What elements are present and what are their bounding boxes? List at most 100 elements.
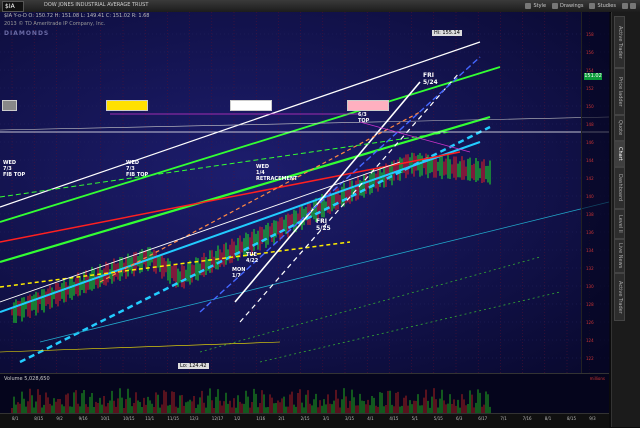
watermark-text: DIAMONDS: [4, 30, 50, 37]
annotation-wed-7-3b: WED 7/3 FIB TOP: [126, 160, 149, 178]
hi-label: Hi: 155.14: [432, 30, 462, 36]
symbol-description: DOW JONES INDUSTRIAL AVERAGE TRUST: [44, 2, 149, 8]
date-tick-label: 5/15: [433, 416, 443, 421]
trendline: [0, 241, 351, 288]
price-tick-label: 150: [586, 104, 594, 109]
lo-label: Lo: 124.42: [178, 363, 209, 369]
price-tick-label: 140: [586, 194, 594, 199]
volume-scale: millions: [589, 376, 605, 381]
style-button[interactable]: Style: [525, 3, 546, 9]
trendline: [259, 291, 561, 363]
annotation-wed-1-4: WED 1/4 RETRACEMENT: [256, 164, 298, 182]
trendline: [0, 341, 281, 353]
trendline: [0, 131, 451, 198]
date-tick-label: 10/15: [123, 416, 135, 421]
date-tick-label: 12/17: [211, 416, 224, 421]
price-tick-label: 142: [586, 176, 594, 181]
pencil-icon: [552, 3, 559, 9]
annotation-wed-7-3: WED 7/3 FIB TOP: [3, 160, 26, 178]
date-tick-label: 9/2: [56, 416, 63, 421]
trendline: [0, 66, 501, 223]
date-tick-label: 9/3: [589, 416, 596, 421]
volume-panel[interactable]: Volume 5,028,650 millions: [0, 373, 609, 414]
annotation-tue-4-22: TUE 4/22: [246, 252, 259, 264]
date-tick-label: 4/15: [389, 416, 399, 421]
date-tick-label: 6/17: [478, 416, 488, 421]
date-tick-label: 8/1: [544, 416, 552, 421]
tab-live-news[interactable]: Live News: [614, 239, 625, 273]
price-chart[interactable]: $IA Y-o-D O: 150.72 H: 151.08 L: 149.41 …: [0, 12, 609, 373]
ohlc-readout: $IA Y-o-D O: 150.72 H: 151.08 L: 149.41 …: [4, 13, 150, 19]
price-tick-label: 124: [586, 338, 594, 343]
annotation-fri-5-25: FRI 5/25: [316, 218, 331, 232]
menu-icon[interactable]: [630, 3, 636, 9]
tab-chart[interactable]: Chart: [614, 141, 625, 167]
date-tick-label: 12/3: [189, 416, 199, 421]
date-tick-label: 10/1: [100, 416, 110, 421]
trendline: [199, 256, 541, 353]
marker-box-white: [230, 100, 272, 111]
price-tick-label: 128: [586, 302, 594, 307]
date-tick-label: 3/15: [345, 416, 354, 421]
tab-active-trader[interactable]: Active Trader: [614, 16, 625, 68]
time-axis[interactable]: 8/1 8/15 9/2 9/16 10/1 10/15 11/1 11/15 12/3 12/1…: [0, 413, 609, 428]
date-tick-label: 1/2: [234, 416, 241, 421]
symbol-input[interactable]: $IA: [2, 1, 24, 12]
price-tick-label: 136: [586, 230, 594, 235]
volume-label: Volume 5,028,650: [4, 376, 50, 382]
drawings-button[interactable]: Drawings: [552, 3, 583, 9]
price-tick-label: 146: [586, 140, 594, 145]
tab-level-ii[interactable]: Level II: [614, 209, 625, 239]
volume-bars: [11, 388, 491, 414]
trendline: [0, 115, 491, 264]
trendlines: [0, 41, 609, 364]
date-tick-label: 11/15: [167, 416, 179, 421]
price-axis[interactable]: 158 156 154 152 150 148 146 144 142 140 138 136 134 1…: [581, 12, 610, 373]
last-price-badge: 151.02: [584, 73, 602, 80]
date-tick-label: 6/3: [456, 416, 463, 421]
price-tick-label: 126: [586, 320, 594, 325]
price-tick-label: 130: [586, 284, 594, 289]
marker-box-grey: [2, 100, 17, 111]
date-tick-label: 1/16: [256, 416, 266, 421]
copyright-line: 2013 © TD Ameritrade IP Company, Inc.: [4, 21, 106, 27]
price-tick-label: 144: [586, 158, 594, 163]
trendline: [0, 41, 481, 208]
tab-price-ladder[interactable]: Price ladder: [614, 68, 625, 115]
price-tick-label: 156: [586, 50, 594, 55]
date-tick-label: 3/1: [322, 416, 330, 421]
annotation-fri-5-24: FRI 5/24: [423, 72, 438, 86]
tab-quote[interactable]: Quote: [614, 115, 625, 141]
trendline: [359, 121, 471, 153]
studies-button[interactable]: Studies: [589, 3, 616, 9]
price-tick-label: 158: [586, 32, 594, 37]
gear-icon[interactable]: [622, 3, 628, 9]
date-tick-label: 2/1: [278, 416, 285, 421]
date-tick-label: 8/15: [567, 416, 576, 421]
date-tick-label: 9/16: [78, 416, 88, 421]
volume-value: 5,028,650: [24, 376, 50, 382]
right-side-tabs: Active Trader Price ladder Quote Chart D…: [611, 12, 640, 427]
chart-grid: [0, 12, 609, 373]
window-controls[interactable]: [622, 3, 636, 9]
trendline: [234, 81, 421, 303]
price-tick-label: 122: [586, 356, 594, 361]
tab-active-trader-2[interactable]: Active Trader: [614, 273, 625, 321]
price-tick-label: 138: [586, 212, 594, 217]
date-tick-label: 2/15: [300, 416, 310, 421]
date-tick-label: 4/1: [367, 416, 374, 421]
date-tick-label: 8/15: [34, 416, 44, 421]
chart-canvas[interactable]: [0, 12, 609, 373]
price-tick-label: 152: [586, 86, 594, 91]
studies-icon: [589, 3, 596, 9]
price-tick-label: 132: [586, 266, 594, 271]
date-tick-label: 7/16: [522, 416, 532, 421]
marker-box-pink: [347, 100, 389, 111]
date-tick-label: 7/1: [500, 416, 507, 421]
date-tick-label: 11/1: [145, 416, 155, 421]
tab-dashboard[interactable]: Dashboard: [614, 167, 625, 209]
date-tick-label: 5/1: [411, 416, 419, 421]
date-tick-label: 8/1: [12, 416, 19, 421]
annotation-mon-1-7: MON 1/7: [232, 267, 246, 279]
annotation-top: 6/3 TOP: [358, 112, 370, 124]
